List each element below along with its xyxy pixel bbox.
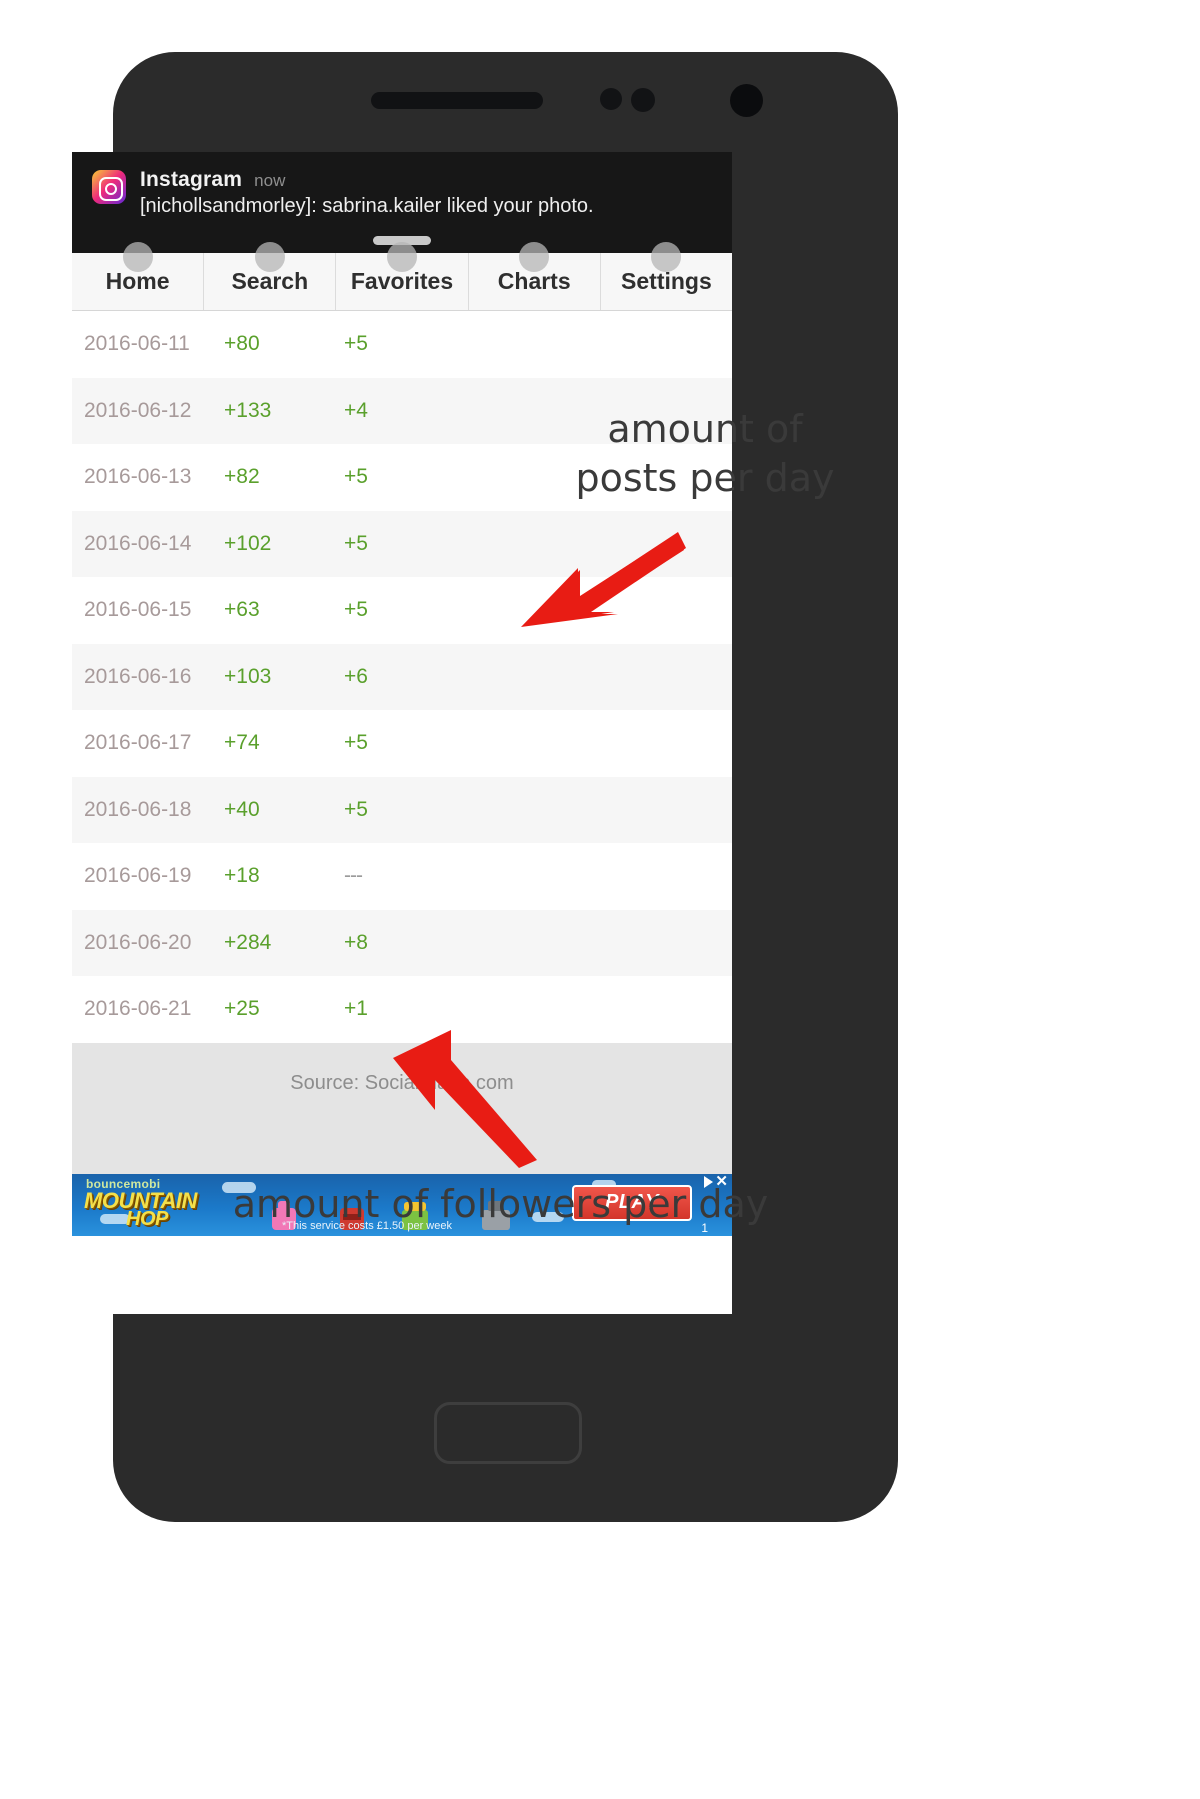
tab-icon-home [122,242,153,272]
cell-date: 2016-06-12 [84,398,192,422]
tab-settings[interactable]: Settings [601,242,732,310]
light-sensor-icon [631,88,655,112]
table-row[interactable]: 2016-06-20 +284 +8 [72,909,732,976]
tab-label: Search [231,268,309,294]
table-row[interactable]: 2016-06-18 +40 +5 [72,776,732,843]
cell-posts: --- [344,864,363,888]
annotation-posts-line2: posts per day [575,455,835,500]
cell-followers: +82 [224,465,260,489]
tab-label: Charts [497,268,571,294]
cell-posts: +6 [344,664,368,688]
cell-posts: +5 [344,598,368,622]
ad-title-line2: HOP [126,1207,168,1230]
tab-label: Settings [621,268,712,294]
cell-followers: +18 [224,864,260,888]
cell-date: 2016-06-16 [84,664,192,688]
earpiece-speaker [371,92,543,109]
tab-favorites[interactable]: Favorites [336,242,469,310]
cell-posts: +5 [344,465,368,489]
cell-date: 2016-06-19 [84,864,192,888]
cell-posts: +5 [344,531,368,555]
cell-posts: +5 [344,731,368,755]
tab-icon-favorites [387,242,417,272]
cell-date: 2016-06-11 [84,332,190,356]
home-button[interactable] [434,1402,582,1464]
front-camera-icon [730,84,763,117]
table-row[interactable]: 2016-06-17 +74 +5 [72,710,732,777]
annotation-followers-per-day: amount of followers per day [232,1182,769,1226]
table-row[interactable]: 2016-06-19 +18 --- [72,843,732,910]
proximity-sensor-icon [600,88,622,110]
notification-timestamp: now [254,171,286,190]
annotation-arrow-posts [521,532,686,627]
cell-date: 2016-06-15 [84,598,192,622]
cell-posts: +4 [344,398,368,422]
annotation-posts-per-day: amount of posts per day [540,405,870,502]
cell-followers: +40 [224,797,260,821]
tab-label: Home [105,268,170,294]
table-row[interactable]: 2016-06-11 +80 +5 [72,311,732,378]
notification-banner[interactable]: Instagram now [nichollsandmorley]: sabri… [72,152,732,253]
tab-label: Favorites [350,268,454,294]
cell-followers: +80 [224,332,260,356]
tab-bar: Home Search Favorites Charts Settings [72,242,732,311]
cell-date: 2016-06-21 [84,997,192,1021]
cell-date: 2016-06-13 [84,465,192,489]
cell-posts: +8 [344,930,368,954]
cell-followers: +74 [224,731,260,755]
screenshot-root: Instagram now [nichollsandmorley]: sabri… [0,0,1200,1799]
notification-app-name: Instagram [140,168,243,191]
cell-date: 2016-06-18 [84,797,192,821]
tab-search[interactable]: Search [204,242,337,310]
cell-date: 2016-06-20 [84,930,192,954]
annotation-posts-line1: amount of [607,407,803,451]
annotation-arrow-followers [393,1030,537,1168]
instagram-icon [92,170,126,204]
tab-home[interactable]: Home [72,242,205,310]
cell-date: 2016-06-17 [84,731,192,755]
cell-followers: +133 [224,398,272,422]
cell-followers: +103 [224,664,272,688]
tab-charts[interactable]: Charts [469,242,601,310]
cell-followers: +63 [224,598,260,622]
cell-date: 2016-06-14 [84,531,192,555]
cell-posts: +5 [344,797,368,821]
cell-followers: +102 [224,531,272,555]
tab-icon-charts [519,242,550,272]
tab-icon-settings [651,242,682,272]
cell-posts: +5 [344,332,368,356]
tab-icon-search [254,242,285,272]
cell-followers: +284 [224,930,272,954]
cell-followers: +25 [224,997,260,1021]
